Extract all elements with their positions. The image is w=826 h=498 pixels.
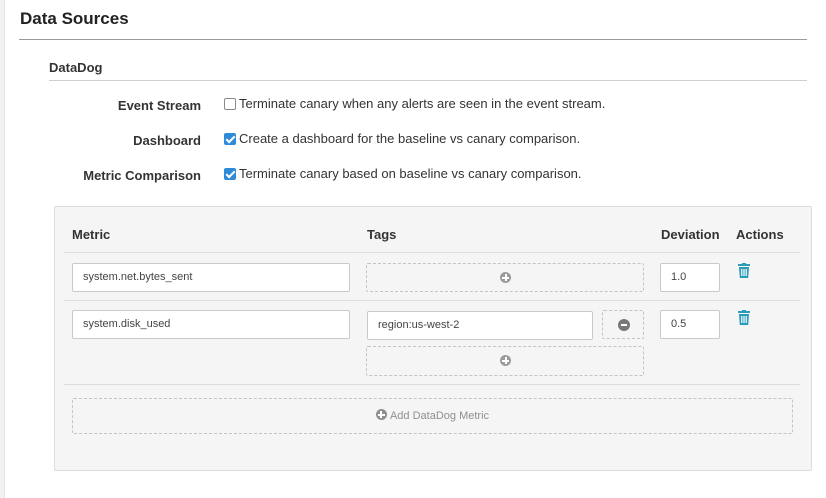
- section-divider: [19, 39, 807, 40]
- plus-circle-icon: [500, 355, 511, 366]
- plus-circle-icon: [500, 272, 511, 283]
- left-rail: [0, 0, 5, 498]
- deviation-input[interactable]: 1.0: [660, 263, 720, 292]
- metric-comparison-text[interactable]: Terminate canary based on baseline vs ca…: [239, 166, 582, 181]
- trash-icon[interactable]: [738, 310, 750, 325]
- metric-comparison-checkbox[interactable]: [224, 168, 236, 180]
- plus-circle-icon: [375, 409, 387, 420]
- dashboard-text[interactable]: Create a dashboard for the baseline vs c…: [239, 131, 580, 146]
- add-tag-button[interactable]: [366, 263, 644, 292]
- metric-column-header: Metric: [72, 227, 111, 242]
- metric-input[interactable]: system.disk_used: [72, 310, 350, 339]
- trash-icon[interactable]: [738, 263, 750, 278]
- event-stream-checkbox[interactable]: [224, 98, 236, 110]
- actions-column-header: Actions: [736, 227, 784, 242]
- add-tag-button[interactable]: [366, 346, 644, 376]
- event-stream-label: Event Stream: [117, 98, 201, 113]
- metric-comparison-label: Metric Comparison: [83, 168, 201, 183]
- datadog-divider: [49, 80, 807, 81]
- section-title: Data Sources: [20, 9, 129, 28]
- datadog-title: DataDog: [49, 60, 103, 75]
- remove-tag-button[interactable]: [602, 310, 644, 339]
- metric-input[interactable]: system.net.bytes_sent: [72, 263, 350, 292]
- add-datadog-metric-label: Add DataDog Metric: [389, 410, 490, 422]
- header-divider: [64, 252, 800, 253]
- dashboard-checkbox[interactable]: [224, 133, 236, 145]
- minus-circle-icon: [618, 319, 630, 331]
- event-stream-text[interactable]: Terminate canary when any alerts are see…: [239, 96, 605, 111]
- dashboard-label: Dashboard: [133, 133, 201, 148]
- tags-column-header: Tags: [367, 227, 397, 242]
- deviation-input[interactable]: 0.5: [660, 310, 720, 339]
- tag-input[interactable]: region:us-west-2: [367, 311, 593, 340]
- add-datadog-metric-button[interactable]: Add DataDog Metric: [72, 398, 793, 434]
- row-divider: [64, 300, 800, 301]
- row-divider: [64, 384, 800, 385]
- deviation-column-header: Deviation: [661, 227, 720, 242]
